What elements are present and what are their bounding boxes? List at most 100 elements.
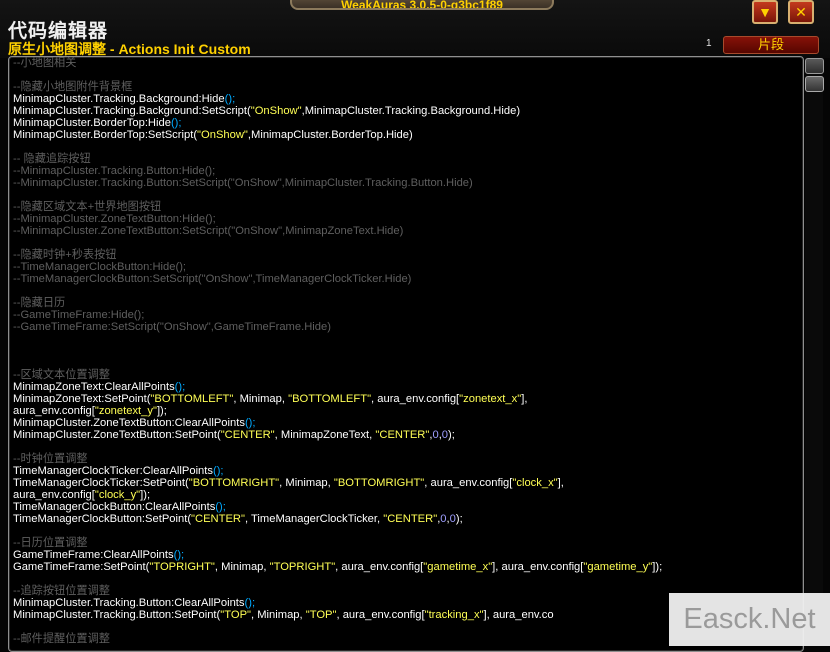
code-token: (); bbox=[244, 597, 256, 609]
code-token: "BOTTOMRIGHT" bbox=[188, 477, 280, 489]
code-line: MinimapCluster.BorderTop:Hide(); bbox=[13, 117, 799, 129]
code-token: , aura_env.config[ bbox=[371, 393, 460, 405]
code-token: , Minimap, bbox=[279, 477, 334, 489]
code-token: "CENTER" bbox=[375, 429, 430, 441]
code-token: (); bbox=[170, 117, 182, 129]
vertical-scrollbar[interactable] bbox=[805, 56, 823, 646]
code-editor[interactable]: --小地图相关 --隐藏小地图附件背景框 MinimapCluster.Tracki… bbox=[8, 56, 804, 652]
code-token: MinimapZoneText:ClearAllPoints bbox=[13, 381, 175, 393]
code-line: MinimapCluster.BorderTop:SetScript("OnSh… bbox=[13, 129, 799, 141]
code-token: (); bbox=[212, 465, 224, 477]
code-token: (); bbox=[215, 501, 226, 513]
code-token: "OnShow" bbox=[250, 105, 302, 117]
scroll-thumb[interactable] bbox=[805, 76, 824, 92]
code-token: --MinimapCluster.Tracking.Button:SetScri… bbox=[13, 177, 473, 189]
code-line: --隐藏日历 bbox=[13, 297, 799, 309]
code-token: ); bbox=[455, 513, 463, 525]
weakauras-version-frame: WeakAuras 3.0.5-0-g3bc1f89 bbox=[290, 0, 554, 10]
code-token: --时钟位置调整 bbox=[13, 453, 88, 465]
code-line: GameTimeFrame:ClearAllPoints(); bbox=[13, 549, 799, 561]
close-button[interactable]: ✕ bbox=[788, 0, 814, 24]
watermark: Easck.Net bbox=[669, 593, 830, 646]
code-token: "zonetext_y" bbox=[94, 405, 157, 417]
code-token: (); bbox=[174, 381, 186, 393]
code-token: "zonetext_x" bbox=[459, 393, 522, 405]
code-token: TimeManagerClockButton:SetPoint( bbox=[13, 513, 192, 525]
code-token: MinimapCluster.BorderTop:SetScript( bbox=[13, 129, 198, 141]
code-token: "TOP" bbox=[220, 609, 252, 621]
code-token: ]); bbox=[156, 405, 167, 417]
code-line: aura_env.config["zonetext_y"]); bbox=[13, 405, 799, 417]
code-token: --TimeManagerClockButton:SetScript("OnSh… bbox=[13, 273, 412, 285]
code-token: TimeManagerClockButton:ClearAllPoints bbox=[13, 501, 216, 513]
code-token: ], aura_env.co bbox=[483, 609, 554, 621]
minimize-button[interactable]: ▼ bbox=[752, 0, 778, 24]
code-token: MinimapCluster.Tracking.Background:SetSc… bbox=[13, 105, 251, 117]
code-line: MinimapZoneText:ClearAllPoints(); bbox=[13, 381, 799, 393]
code-token: , TimeManagerClockTicker, bbox=[245, 513, 384, 525]
code-line: --MinimapCluster.ZoneTextButton:SetScrip… bbox=[13, 225, 799, 237]
code-line: aura_env.config["clock_y"]); bbox=[13, 489, 799, 501]
code-token: (); bbox=[244, 417, 256, 429]
code-token: "OnShow" bbox=[197, 129, 248, 141]
code-token: --隐藏时钟+秒表按钮 bbox=[13, 249, 117, 261]
code-line: --GameTimeFrame:SetScript("OnShow",GameT… bbox=[13, 321, 799, 333]
code-token: ]); bbox=[140, 489, 151, 501]
code-token: TimeManagerClockTicker:SetPoint( bbox=[13, 477, 189, 489]
code-token: , Minimap, bbox=[233, 393, 289, 405]
code-token: GameTimeFrame:ClearAllPoints bbox=[13, 549, 174, 561]
code-token: aura_env.config[ bbox=[13, 489, 95, 501]
code-token: ,MinimapCluster.BorderTop.Hide) bbox=[247, 129, 413, 141]
code-line: --隐藏时钟+秒表按钮 bbox=[13, 249, 799, 261]
code-token: GameTimeFrame:SetPoint( bbox=[13, 561, 150, 573]
code-token: --GameTimeFrame:SetScript("OnShow",GameT… bbox=[13, 321, 331, 333]
code-token: MinimapCluster.Tracking.Background:Hide bbox=[13, 93, 225, 105]
code-token: , aura_env.config[ bbox=[335, 561, 424, 573]
code-token: --追踪按钮位置调整 bbox=[13, 585, 110, 597]
code-line: --MinimapCluster.Tracking.Button:Hide(); bbox=[13, 165, 799, 177]
code-token: ], bbox=[557, 477, 564, 489]
code-token: "CENTER" bbox=[220, 429, 275, 441]
code-token: -- 隐藏追踪按钮 bbox=[13, 153, 91, 165]
code-token: TimeManagerClockTicker:ClearAllPoints bbox=[13, 465, 213, 477]
code-line: --时钟位置调整 bbox=[13, 453, 799, 465]
code-line: TimeManagerClockTicker:SetPoint("BOTTOMR… bbox=[13, 477, 799, 489]
snippets-button[interactable]: 片段 bbox=[723, 36, 819, 54]
code-token: ], bbox=[521, 393, 528, 405]
code-token: --小地图相关 bbox=[13, 57, 77, 69]
code-line: -- 隐藏追踪按钮 bbox=[13, 153, 799, 165]
code-token: --TimeManagerClockButton:Hide(); bbox=[13, 261, 187, 273]
code-token: ); bbox=[448, 429, 455, 441]
code-token: MinimapZoneText:SetPoint( bbox=[13, 393, 151, 405]
code-token: --邮件提醒位置调整 bbox=[13, 633, 110, 645]
code-token: (); bbox=[173, 549, 185, 561]
code-token: --隐藏日历 bbox=[13, 297, 66, 309]
code-token: MinimapCluster.Tracking.Button:ClearAllP… bbox=[13, 597, 245, 609]
code-token: MinimapCluster.BorderTop:Hide bbox=[13, 117, 171, 129]
code-token: , Minimap, bbox=[214, 561, 270, 573]
scroll-up-button[interactable] bbox=[805, 58, 824, 74]
code-line: --小地图相关 bbox=[13, 57, 799, 69]
code-token: --区域文本位置调整 bbox=[13, 369, 110, 381]
code-token: , MinimapZoneText, bbox=[274, 429, 376, 441]
code-line: --TimeManagerClockButton:Hide(); bbox=[13, 261, 799, 273]
code-line: --隐藏区域文本+世界地图按钮 bbox=[13, 201, 799, 213]
code-token: "TOPRIGHT" bbox=[269, 561, 336, 573]
code-line: --日历位置调整 bbox=[13, 537, 799, 549]
code-token: , Minimap, bbox=[251, 609, 306, 621]
line-count: 1 bbox=[706, 38, 712, 49]
code-token: "CENTER" bbox=[383, 513, 438, 525]
code-area[interactable]: --小地图相关 --隐藏小地图附件背景框 MinimapCluster.Tracki… bbox=[13, 57, 799, 645]
code-token: MinimapCluster.ZoneTextButton:ClearAllPo… bbox=[13, 417, 245, 429]
code-token: --隐藏小地图附件背景框 bbox=[13, 81, 133, 93]
code-token: "gametime_x" bbox=[423, 561, 493, 573]
